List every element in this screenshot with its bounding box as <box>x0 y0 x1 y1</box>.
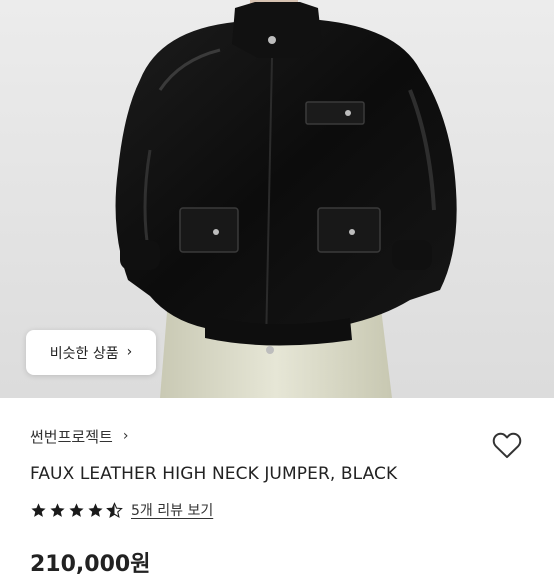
heart-outline-icon[interactable] <box>490 428 524 462</box>
star-half-icon <box>106 501 123 518</box>
product-image[interactable]: 비슷한 상품 › <box>0 0 554 398</box>
review-link[interactable]: 5개 리뷰 보기 <box>131 500 213 520</box>
rating-stars <box>30 501 123 519</box>
similar-products-button[interactable]: 비슷한 상품 › <box>26 330 156 375</box>
chevron-right-icon: › <box>126 343 133 360</box>
similar-products-label: 비슷한 상품 <box>49 345 119 362</box>
product-title: FAUX LEATHER HIGH NECK JUMPER, BLACK <box>30 464 398 484</box>
price: 210,000원 <box>30 552 151 577</box>
star-icon <box>31 502 46 517</box>
brand-link[interactable]: 썬번프로젝트 › <box>30 426 128 447</box>
chevron-right-icon: › <box>122 427 129 444</box>
product-info: 썬번프로젝트 › FAUX LEATHER HIGH NECK JUMPER, … <box>0 398 554 577</box>
star-icon <box>88 502 103 517</box>
brand-name: 썬번프로젝트 <box>30 428 113 446</box>
star-icon <box>69 502 84 517</box>
rating-row: 5개 리뷰 보기 <box>30 500 213 520</box>
star-icon <box>50 502 65 517</box>
